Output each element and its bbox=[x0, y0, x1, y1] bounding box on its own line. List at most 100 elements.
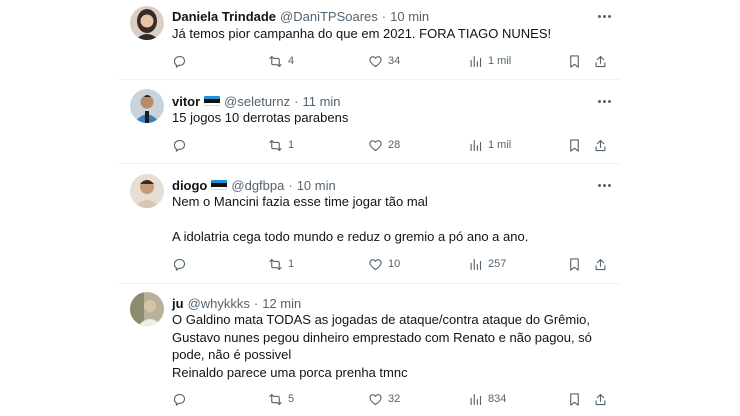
like-button[interactable]: 10 bbox=[368, 255, 400, 273]
reply-button[interactable] bbox=[172, 52, 187, 70]
tweet-text-line: 15 jogos 10 derrotas parabens bbox=[172, 110, 349, 125]
avatar[interactable] bbox=[130, 89, 164, 123]
more-options-icon[interactable] bbox=[594, 94, 614, 108]
tweet[interactable]: vitor @seleturnz · 11 min 15 jogos 10 de… bbox=[118, 80, 620, 164]
heart-icon bbox=[369, 55, 382, 67]
like-count: 34 bbox=[388, 55, 401, 67]
username[interactable]: @dgfbpa bbox=[231, 178, 284, 193]
heart-icon bbox=[369, 393, 382, 405]
view-count: 834 bbox=[488, 393, 507, 405]
reply-button[interactable] bbox=[172, 390, 187, 408]
bookmark-button[interactable] bbox=[567, 390, 582, 408]
tweet-text: Nem o Mancini fazia esse time jogar tão … bbox=[172, 193, 600, 246]
share-button[interactable] bbox=[593, 390, 608, 408]
avatar[interactable] bbox=[130, 174, 164, 208]
reply-icon bbox=[173, 258, 186, 271]
timestamp[interactable]: 10 min bbox=[390, 9, 429, 24]
retweet-icon bbox=[269, 393, 282, 405]
avatar-woman bbox=[130, 6, 164, 40]
reply-icon bbox=[173, 55, 186, 68]
share-button[interactable] bbox=[593, 255, 608, 273]
username[interactable]: @DaniTPSoares bbox=[280, 9, 378, 24]
like-count: 10 bbox=[388, 258, 401, 270]
retweet-button[interactable]: 4 bbox=[268, 52, 294, 70]
display-name[interactable]: Daniela Trindade bbox=[172, 9, 276, 24]
views-chart-icon bbox=[470, 258, 482, 270]
like-button[interactable]: 28 bbox=[368, 136, 400, 154]
avatar-photo bbox=[130, 292, 164, 326]
separator-dot: · bbox=[381, 8, 387, 24]
retweet-button[interactable]: 5 bbox=[268, 390, 294, 408]
username[interactable]: @seleturnz bbox=[224, 94, 290, 109]
estonia-flag-icon bbox=[204, 96, 221, 106]
retweet-icon bbox=[269, 139, 282, 151]
like-count: 32 bbox=[388, 393, 401, 405]
heart-icon bbox=[369, 258, 382, 270]
avatar-man bbox=[130, 174, 164, 208]
view-count: 1 mil bbox=[488, 139, 512, 151]
tweet[interactable]: Daniela Trindade @DaniTPSoares · 10 min … bbox=[118, 0, 620, 80]
tweet-text-line: Nem o Mancini fazia esse time jogar tão … bbox=[172, 194, 428, 209]
views-button[interactable]: 834 bbox=[468, 390, 506, 408]
share-icon bbox=[595, 55, 606, 67]
tweet-text-blank-line bbox=[172, 211, 600, 229]
avatar-player-blue bbox=[130, 89, 164, 123]
tweet-text-line: Gustavo nunes pegou dinheiro emprestado … bbox=[172, 329, 592, 345]
view-count: 257 bbox=[488, 258, 507, 270]
share-button[interactable] bbox=[593, 52, 608, 70]
share-icon bbox=[595, 139, 606, 151]
more-options-icon[interactable] bbox=[594, 178, 614, 192]
tweet-actions: 4 34 1 mil bbox=[172, 52, 608, 70]
tweet-text-line: Reinaldo parece uma porca prenha tmnc bbox=[172, 364, 408, 380]
tweet[interactable]: ju @whykkks · 12 min O Galdino mata TODA… bbox=[118, 284, 620, 416]
retweet-icon bbox=[269, 55, 282, 67]
tweet-text-line: O Galdino mata TODAS as jogadas de ataqu… bbox=[172, 312, 590, 327]
username[interactable]: @whykkks bbox=[188, 296, 250, 311]
bookmark-icon bbox=[570, 54, 579, 68]
display-name[interactable]: vitor bbox=[172, 94, 200, 109]
more-options-icon[interactable] bbox=[594, 9, 614, 23]
retweet-count: 4 bbox=[288, 55, 295, 67]
retweet-button[interactable]: 1 bbox=[268, 136, 294, 154]
separator-dot: · bbox=[253, 295, 259, 311]
bookmark-icon bbox=[570, 257, 579, 271]
views-button[interactable]: 1 mil bbox=[468, 52, 511, 70]
bookmark-button[interactable] bbox=[567, 255, 582, 273]
bookmark-button[interactable] bbox=[567, 52, 582, 70]
retweet-count: 5 bbox=[288, 393, 295, 405]
view-count: 1 mil bbox=[488, 55, 512, 67]
like-button[interactable]: 32 bbox=[368, 390, 400, 408]
bookmark-icon bbox=[570, 138, 579, 152]
timestamp[interactable]: 12 min bbox=[262, 296, 301, 311]
display-name[interactable]: diogo bbox=[172, 178, 207, 193]
tweet[interactable]: diogo @dgfbpa · 10 min Nem o Mancini faz… bbox=[118, 164, 620, 284]
share-icon bbox=[595, 258, 606, 270]
retweet-count: 1 bbox=[288, 258, 295, 270]
reply-button[interactable] bbox=[172, 136, 187, 154]
like-count: 28 bbox=[388, 139, 401, 151]
tweet-actions: 1 10 257 bbox=[172, 255, 608, 273]
tweet-feed: Daniela Trindade @DaniTPSoares · 10 min … bbox=[118, 0, 620, 416]
separator-dot: · bbox=[288, 177, 293, 193]
avatar[interactable] bbox=[130, 292, 164, 326]
retweet-button[interactable]: 1 bbox=[268, 255, 294, 273]
display-name[interactable]: ju bbox=[172, 296, 184, 311]
reply-icon bbox=[173, 139, 186, 152]
share-button[interactable] bbox=[593, 136, 608, 154]
views-chart-icon bbox=[470, 393, 482, 405]
tweet-text-line: pode, não é possivel bbox=[172, 347, 292, 362]
views-button[interactable]: 257 bbox=[468, 255, 506, 273]
views-button[interactable]: 1 mil bbox=[468, 136, 511, 154]
bookmark-button[interactable] bbox=[567, 136, 582, 154]
avatar[interactable] bbox=[130, 6, 164, 40]
like-button[interactable]: 34 bbox=[368, 52, 400, 70]
retweet-icon bbox=[269, 258, 282, 270]
timestamp[interactable]: 11 min bbox=[302, 94, 340, 109]
tweet-text: O Galdino mata TODAS as jogadas de ataqu… bbox=[172, 311, 600, 381]
reply-button[interactable] bbox=[172, 255, 187, 273]
retweet-count: 1 bbox=[288, 139, 295, 151]
tweet-header: Daniela Trindade @DaniTPSoares · 10 min bbox=[172, 7, 429, 25]
timestamp[interactable]: 10 min bbox=[297, 178, 336, 193]
tweet-text-line: Já temos pior campanha do que em 2021. F… bbox=[172, 26, 552, 41]
tweet-text: Já temos pior campanha do que em 2021. F… bbox=[172, 25, 600, 43]
